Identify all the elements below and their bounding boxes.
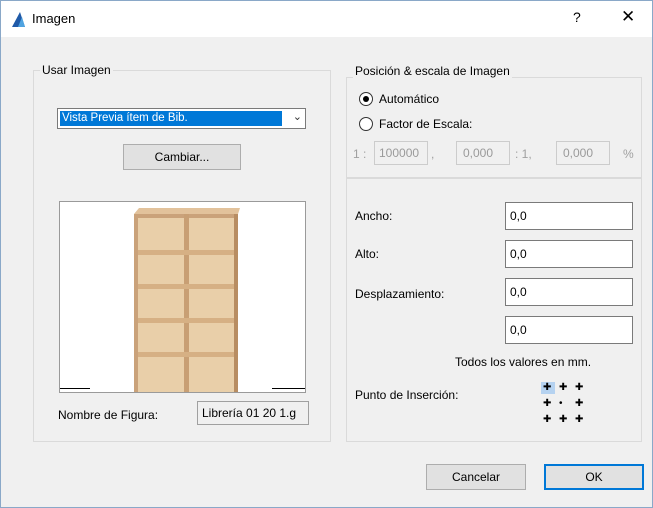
offset-label: Desplazamiento:: [355, 287, 445, 301]
scale-denominator-field[interactable]: 100000: [374, 141, 428, 165]
height-label: Alto:: [355, 247, 380, 261]
archicad-app-icon: [12, 12, 25, 27]
insertion-point-label: Punto de Inserción:: [355, 388, 459, 402]
insertion-top-right-icon[interactable]: ✚: [575, 383, 583, 393]
width-label: Ancho:: [355, 209, 393, 223]
bookshelf-preview-image: [134, 208, 240, 392]
insertion-top-center-icon[interactable]: ✚: [559, 383, 567, 393]
automatic-label: Automático: [379, 92, 440, 106]
insertion-bottom-center-icon[interactable]: ✚: [559, 415, 567, 425]
insertion-bottom-left-icon[interactable]: ✚: [543, 415, 551, 425]
footer-separator: [1, 451, 652, 452]
scale-prefix-label: 1 :: [353, 147, 367, 161]
insertion-mid-left-icon[interactable]: ✚: [543, 399, 551, 409]
units-note: Todos los valores en mm.: [455, 355, 592, 369]
insertion-center-icon[interactable]: •: [559, 399, 563, 409]
chevron-down-icon: ⌄: [292, 111, 302, 123]
offset-field[interactable]: 0,0: [505, 278, 633, 306]
scale-comma-label: ,: [431, 147, 435, 161]
change-button[interactable]: Cambiar...: [123, 144, 241, 170]
scale-value1-field[interactable]: 0,000: [456, 141, 510, 165]
image-source-dropdown[interactable]: Vista Previa ítem de Bib. ⌄: [57, 108, 306, 129]
window-title: Imagen: [32, 11, 76, 26]
cancel-button[interactable]: Cancelar: [426, 464, 526, 490]
close-button[interactable]: ✕: [621, 7, 635, 27]
scale-factor-radio[interactable]: [359, 117, 373, 131]
insertion-top-left-icon[interactable]: ✚: [543, 383, 551, 393]
use-image-group-label: Usar Imagen: [40, 63, 113, 77]
figure-name-field[interactable]: Librería 01 20 1.g: [197, 401, 309, 425]
help-button[interactable]: ?: [573, 9, 581, 25]
ok-button[interactable]: OK: [544, 464, 644, 490]
preview-frame-line-left: [60, 388, 90, 389]
image-preview: [59, 201, 306, 393]
percent-label: %: [623, 147, 634, 161]
position-scale-group-label: Posición & escala de Imagen: [353, 64, 512, 78]
title-bar: Imagen ? ✕: [1, 1, 652, 37]
offset-second-field[interactable]: 0,0: [505, 316, 633, 344]
preview-frame-line-right: [272, 388, 305, 389]
scale-value2-field[interactable]: 0,000: [556, 141, 610, 165]
width-field[interactable]: 0,0: [505, 202, 633, 230]
image-dialog: Imagen ? ✕ Usar Imagen Vista Previa ítem…: [0, 0, 653, 508]
height-field[interactable]: 0,0: [505, 240, 633, 268]
insertion-bottom-right-icon[interactable]: ✚: [575, 415, 583, 425]
insertion-mid-right-icon[interactable]: ✚: [575, 399, 583, 409]
automatic-radio[interactable]: [359, 92, 373, 106]
image-source-selected: Vista Previa ítem de Bib.: [60, 111, 282, 126]
figure-name-label: Nombre de Figura:: [58, 408, 159, 422]
scale-ratio-label: : 1,: [515, 147, 532, 161]
insertion-point-selector[interactable]: ✚ ✚ ✚ ✚ • ✚ ✚ ✚ ✚: [541, 382, 587, 426]
scale-factor-label: Factor de Escala:: [379, 117, 473, 131]
